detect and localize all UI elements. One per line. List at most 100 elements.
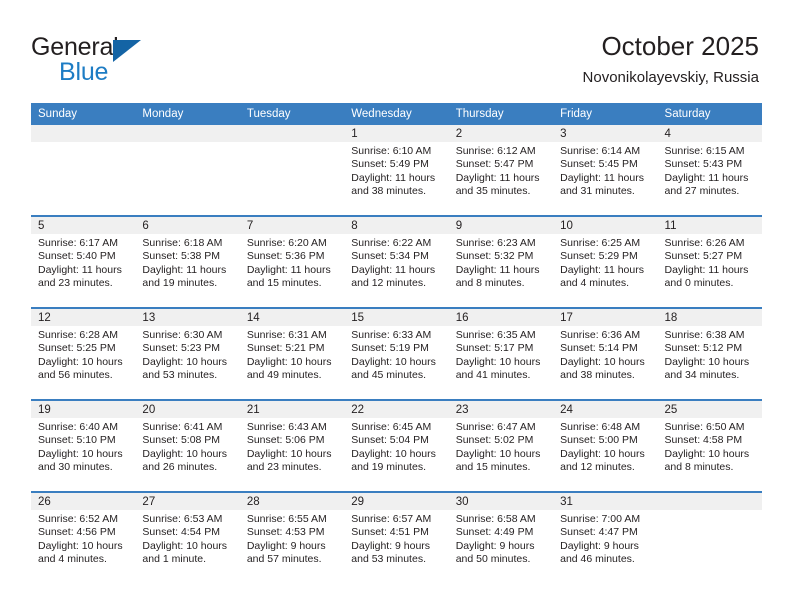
day-number: 4 (657, 125, 762, 142)
calendar-day-cell[interactable]: 25 Sunrise: 6:50 AM Sunset: 4:58 PM Dayligh… (657, 399, 762, 492)
daylight-text-line1: Daylight: 11 hours (455, 171, 540, 184)
daylight-text-line2: and 56 minutes. (38, 369, 113, 382)
calendar-day-cell[interactable]: 2 Sunrise: 6:12 AM Sunset: 5:47 PM Daylight… (448, 125, 554, 216)
sunrise-text: Sunrise: 6:36 AM (560, 329, 641, 341)
sunrise-text: Sunrise: 6:20 AM (246, 237, 327, 249)
daylight-text-line2: and 49 minutes. (246, 369, 322, 382)
day-number: 3 (553, 125, 658, 142)
day-number: 1 (344, 125, 449, 142)
day-cell-inner: 28 Sunrise: 6:55 AM Sunset: 4:53 PM Dayligh… (239, 494, 345, 583)
day-cell-details: Sunrise: 6:53 AM Sunset: 4:54 PM Daylight:… (135, 510, 239, 567)
day-cell-details: Sunrise: 6:47 AM Sunset: 5:02 PM Daylight:… (449, 418, 553, 475)
day-number: 25 (657, 402, 762, 418)
day-number: 11 (657, 218, 762, 234)
calendar-day-cell[interactable]: 1 Sunrise: 6:10 AM Sunset: 5:49 PM Daylight… (344, 125, 449, 216)
calendar-day-cell[interactable]: 11 Sunrise: 6:26 AM Sunset: 5:27 PM Dayligh… (657, 215, 762, 308)
calendar-day-cell[interactable]: 28 Sunrise: 6:55 AM Sunset: 4:53 PM Dayligh… (239, 491, 345, 583)
calendar-day-cell[interactable]: 19 Sunrise: 6:40 AM Sunset: 5:10 PM Dayligh… (31, 399, 136, 492)
sunrise-text: Sunrise: 6:47 AM (455, 421, 536, 433)
daylight-text-line1: Daylight: 10 hours (351, 447, 436, 460)
calendar-day-cell[interactable]: 15 Sunrise: 6:33 AM Sunset: 5:19 PM Dayligh… (344, 307, 449, 400)
daylight-text-line1: Daylight: 11 hours (351, 263, 436, 276)
day-cell-inner: 24 Sunrise: 6:48 AM Sunset: 5:00 PM Dayligh… (553, 402, 658, 491)
sunset-text: Sunset: 5:34 PM (351, 250, 429, 263)
calendar-day-cell[interactable]: 17 Sunrise: 6:36 AM Sunset: 5:14 PM Dayligh… (553, 307, 658, 400)
calendar-day-cell[interactable]: 4 Sunrise: 6:15 AM Sunset: 5:43 PM Daylight… (657, 125, 762, 216)
sunset-text: Sunset: 5:10 PM (38, 434, 116, 447)
calendar-week-row: 1 Sunrise: 6:10 AM Sunset: 5:49 PM Daylight… (31, 125, 762, 216)
day-cell-inner (135, 125, 240, 215)
daylight-text-line1: Daylight: 10 hours (38, 539, 123, 552)
calendar-day-cell[interactable]: 26 Sunrise: 6:52 AM Sunset: 4:56 PM Dayligh… (31, 491, 136, 583)
calendar-day-cell[interactable]: 9 Sunrise: 6:23 AM Sunset: 5:32 PM Daylight… (448, 215, 554, 308)
day-cell-details: Sunrise: 6:31 AM Sunset: 5:21 PM Daylight:… (240, 326, 344, 383)
daylight-text-line1: Daylight: 10 hours (142, 447, 228, 460)
sunset-text: Sunset: 4:53 PM (246, 526, 325, 539)
calendar-day-cell[interactable]: 5 Sunrise: 6:17 AM Sunset: 5:40 PM Daylight… (31, 215, 136, 308)
weekday-header-friday: Friday (553, 103, 658, 125)
calendar-day-cell[interactable]: 12 Sunrise: 6:28 AM Sunset: 5:25 PM Dayligh… (31, 307, 136, 400)
daylight-text-line2: and 4 minutes. (38, 553, 107, 566)
calendar-day-cell[interactable]: 10 Sunrise: 6:25 AM Sunset: 5:29 PM Dayligh… (553, 215, 658, 308)
calendar-day-cell[interactable]: 18 Sunrise: 6:38 AM Sunset: 5:12 PM Dayligh… (657, 307, 762, 400)
calendar-day-cell[interactable]: 29 Sunrise: 6:57 AM Sunset: 4:51 PM Dayligh… (344, 491, 449, 583)
sunset-text: Sunset: 5:27 PM (664, 250, 743, 263)
day-cell-details: Sunrise: 6:55 AM Sunset: 4:53 PM Daylight:… (240, 510, 344, 567)
calendar-table: Sunday Monday Tuesday Wednesday Thursday… (31, 103, 762, 583)
weekday-header-thursday: Thursday (448, 103, 554, 125)
daylight-text-line1: Daylight: 9 hours (455, 539, 535, 552)
calendar-day-cell[interactable]: 20 Sunrise: 6:41 AM Sunset: 5:08 PM Dayligh… (135, 399, 240, 492)
calendar-day-cell[interactable]: 31 Sunrise: 7:00 AM Sunset: 4:47 PM Dayligh… (553, 491, 658, 583)
sunrise-text: Sunrise: 7:00 AM (560, 513, 641, 525)
triangle-logo-icon (113, 40, 141, 62)
calendar-day-cell-empty (31, 125, 136, 216)
day-cell-inner: 13 Sunrise: 6:30 AM Sunset: 5:23 PM Dayligh… (135, 310, 240, 399)
day-cell-inner: 25 Sunrise: 6:50 AM Sunset: 4:58 PM Dayligh… (657, 402, 762, 491)
page-title: October 2025 (601, 31, 759, 61)
day-number (135, 125, 240, 142)
calendar-day-cell[interactable]: 6 Sunrise: 6:18 AM Sunset: 5:38 PM Daylight… (135, 215, 240, 308)
daylight-text-line2: and 19 minutes. (351, 461, 426, 474)
brand-name-blue: Blue (59, 58, 109, 86)
calendar-day-cell[interactable]: 16 Sunrise: 6:35 AM Sunset: 5:17 PM Dayligh… (448, 307, 554, 400)
sunset-text: Sunset: 5:23 PM (142, 342, 221, 355)
calendar-day-cell[interactable]: 22 Sunrise: 6:45 AM Sunset: 5:04 PM Dayligh… (344, 399, 449, 492)
day-cell-inner: 22 Sunrise: 6:45 AM Sunset: 5:04 PM Dayligh… (344, 402, 449, 491)
calendar-day-cell[interactable]: 30 Sunrise: 6:58 AM Sunset: 4:49 PM Dayligh… (448, 491, 554, 583)
day-cell-inner: 2 Sunrise: 6:12 AM Sunset: 5:47 PM Daylight… (448, 125, 554, 215)
day-number: 15 (344, 310, 449, 326)
calendar-day-cell[interactable]: 14 Sunrise: 6:31 AM Sunset: 5:21 PM Dayligh… (239, 307, 345, 400)
day-number: 12 (31, 310, 136, 326)
calendar-day-cell[interactable]: 23 Sunrise: 6:47 AM Sunset: 5:02 PM Dayligh… (448, 399, 554, 492)
day-number: 31 (553, 494, 658, 510)
calendar-day-cell[interactable]: 3 Sunrise: 6:14 AM Sunset: 5:45 PM Daylight… (553, 125, 658, 216)
day-cell-inner: 19 Sunrise: 6:40 AM Sunset: 5:10 PM Dayligh… (31, 402, 136, 491)
day-cell-details: Sunrise: 6:20 AM Sunset: 5:36 PM Daylight:… (240, 234, 344, 291)
daylight-text-line2: and 26 minutes. (142, 461, 218, 474)
day-cell-inner: 27 Sunrise: 6:53 AM Sunset: 4:54 PM Dayligh… (135, 494, 240, 583)
sunset-text: Sunset: 5:19 PM (351, 342, 429, 355)
sunset-text: Sunset: 4:51 PM (351, 526, 429, 539)
day-cell-inner: 6 Sunrise: 6:18 AM Sunset: 5:38 PM Daylight… (135, 218, 240, 307)
weekday-header-sunday: Sunday (31, 103, 136, 125)
calendar-day-cell[interactable]: 24 Sunrise: 6:48 AM Sunset: 5:00 PM Dayligh… (553, 399, 658, 492)
day-number (239, 125, 345, 142)
calendar-day-cell[interactable]: 7 Sunrise: 6:20 AM Sunset: 5:36 PM Daylight… (239, 215, 345, 308)
day-cell-inner: 9 Sunrise: 6:23 AM Sunset: 5:32 PM Daylight… (448, 218, 554, 307)
daylight-text-line2: and 50 minutes. (455, 553, 531, 566)
daylight-text-line1: Daylight: 9 hours (351, 539, 431, 552)
day-number: 27 (135, 494, 240, 510)
daylight-text-line2: and 12 minutes. (351, 277, 426, 290)
day-number: 10 (553, 218, 658, 234)
sunset-text: Sunset: 4:56 PM (38, 526, 116, 539)
daylight-text-line1: Daylight: 10 hours (38, 355, 123, 368)
calendar-day-cell[interactable]: 27 Sunrise: 6:53 AM Sunset: 4:54 PM Dayligh… (135, 491, 240, 583)
sunset-text: Sunset: 4:54 PM (142, 526, 221, 539)
day-cell-inner: 16 Sunrise: 6:35 AM Sunset: 5:17 PM Dayligh… (448, 310, 554, 399)
calendar-day-cell[interactable]: 8 Sunrise: 6:22 AM Sunset: 5:34 PM Daylight… (344, 215, 449, 308)
calendar-day-cell[interactable]: 13 Sunrise: 6:30 AM Sunset: 5:23 PM Dayligh… (135, 307, 240, 400)
daylight-text-line2: and 53 minutes. (351, 553, 426, 566)
daylight-text-line1: Daylight: 10 hours (246, 355, 332, 368)
calendar-day-cell[interactable]: 21 Sunrise: 6:43 AM Sunset: 5:06 PM Dayligh… (239, 399, 345, 492)
day-number: 23 (448, 402, 554, 418)
